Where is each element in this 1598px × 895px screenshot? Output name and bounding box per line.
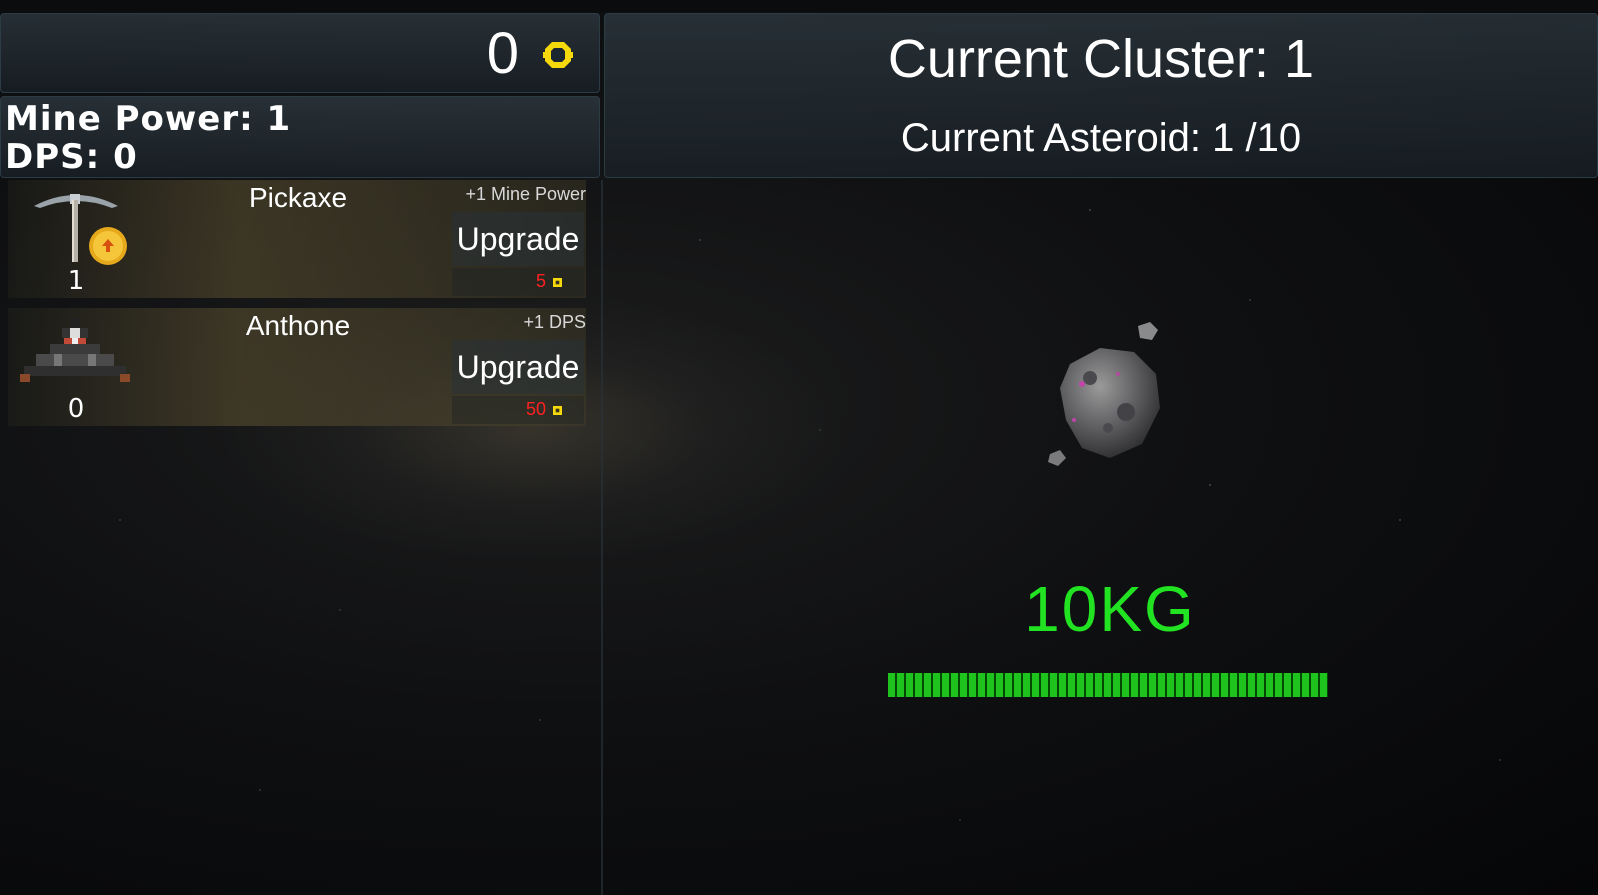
pickaxe-bonus: +1 Mine Power: [465, 184, 586, 204]
gold-coin-icon: [553, 406, 562, 415]
pickaxe-cost: 5: [535, 271, 546, 291]
pickaxe-level: 1: [67, 266, 85, 296]
upgrade-row-pickaxe: 1 Pickaxe +1 Mine Power Upgrade 5: [8, 180, 586, 298]
gold-coin-icon: [553, 278, 562, 287]
anthone-name: Anthone: [245, 310, 351, 341]
anthone-bonus: +1 DPS: [523, 312, 586, 332]
asteroid-health-fill: [888, 673, 1328, 697]
current-cluster-label: Current Cluster: 1: [887, 29, 1315, 89]
panel-divider: [601, 180, 603, 895]
mine-power-stat: Mine Power: 1: [5, 99, 292, 139]
pickaxe-upgrade-button[interactable]: Upgrade: [452, 212, 584, 266]
pickaxe-cost-box: 5: [452, 268, 584, 296]
ship-icon: [20, 318, 130, 382]
asteroid-mass-label: 10KG: [1024, 573, 1196, 645]
current-asteroid-label: Current Asteroid: 1 /10: [900, 116, 1302, 160]
currency-panel: 0: [0, 13, 600, 93]
pickaxe-icon: [34, 194, 127, 265]
location-panel: Current Cluster: 1 Current Asteroid: 1 /…: [604, 13, 1598, 178]
upgrade-row-anthone: 0 Anthone +1 DPS Upgrade 50: [8, 308, 586, 426]
stats-panel: Mine Power: 1 DPS: 0: [0, 96, 600, 178]
gold-count: 0: [486, 21, 519, 86]
anthone-level: 0: [67, 394, 85, 424]
anthone-cost: 50: [525, 399, 546, 419]
dps-stat: DPS: 0: [5, 137, 138, 177]
pickaxe-name: Pickaxe: [248, 182, 348, 213]
anthone-cost-box: 50: [452, 396, 584, 424]
anthone-upgrade-button[interactable]: Upgrade: [452, 340, 584, 394]
title-bar: [0, 0, 1598, 12]
asteroid-health-bar: [888, 673, 1328, 697]
gold-coin-icon: [543, 42, 573, 68]
asteroid-icon[interactable]: [1030, 316, 1190, 476]
